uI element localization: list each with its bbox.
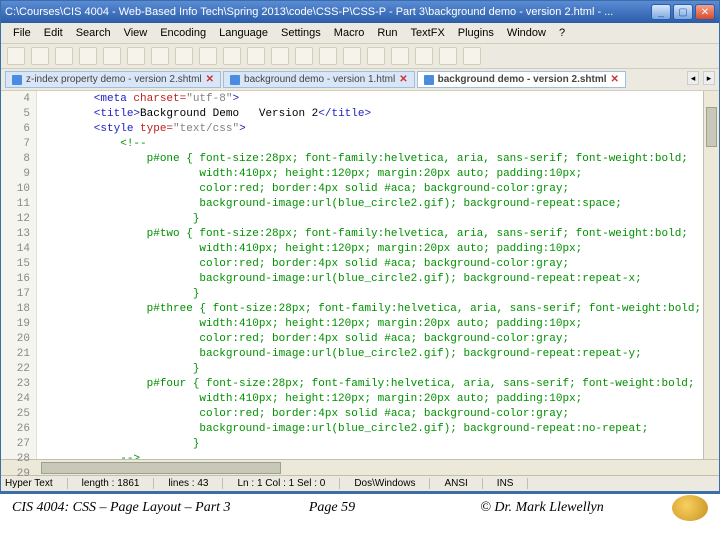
toolbar-button[interactable] <box>271 47 289 65</box>
tab-label: z-index property demo - version 2.shtml <box>26 74 202 85</box>
footer-author: © Dr. Mark Llewellyn <box>412 500 672 516</box>
status-mode: INS <box>497 478 529 489</box>
menu-window[interactable]: Window <box>501 25 552 41</box>
vertical-scrollbar[interactable] <box>703 91 719 459</box>
toolbar <box>1 43 719 69</box>
toolbar-button[interactable] <box>295 47 313 65</box>
file-tab[interactable]: background demo - version 2.shtml ✕ <box>417 71 626 88</box>
file-icon <box>424 75 434 85</box>
slide-footer: CIS 4004: CSS – Page Layout – Part 3 Pag… <box>0 492 720 522</box>
menu-run[interactable]: Run <box>371 25 403 41</box>
toolbar-button[interactable] <box>151 47 169 65</box>
file-tab[interactable]: background demo - version 1.html ✕ <box>223 71 415 88</box>
menu-file[interactable]: File <box>7 25 37 41</box>
menu-search[interactable]: Search <box>70 25 117 41</box>
tab-close-icon[interactable]: ✕ <box>399 74 407 85</box>
tab-scroll-left[interactable]: ◂ <box>687 71 699 85</box>
status-encoding: ANSI <box>444 478 482 489</box>
code-editor[interactable]: 4567891011121314151617181920212223242526… <box>1 91 719 459</box>
menu-view[interactable]: View <box>118 25 154 41</box>
toolbar-button[interactable] <box>103 47 121 65</box>
tab-close-icon[interactable]: ✕ <box>611 74 619 85</box>
minimize-button[interactable]: _ <box>651 4 671 20</box>
titlebar: C:\Courses\CIS 4004 - Web-Based Info Tec… <box>1 1 719 23</box>
toolbar-button[interactable] <box>127 47 145 65</box>
toolbar-button[interactable] <box>247 47 265 65</box>
horizontal-scrollbar[interactable] <box>1 459 719 475</box>
status-lines: lines : 43 <box>168 478 223 489</box>
menu-encoding[interactable]: Encoding <box>154 25 212 41</box>
menu-macro[interactable]: Macro <box>328 25 371 41</box>
maximize-button[interactable]: ▢ <box>673 4 693 20</box>
toolbar-button[interactable] <box>415 47 433 65</box>
toolbar-button[interactable] <box>199 47 217 65</box>
menubar: FileEditSearchViewEncodingLanguageSettin… <box>1 23 719 43</box>
editor-tabs: z-index property demo - version 2.shtml ✕… <box>1 69 719 91</box>
status-position: Ln : 1 Col : 1 Sel : 0 <box>237 478 340 489</box>
tab-close-icon[interactable]: ✕ <box>206 74 214 85</box>
line-number-gutter: 4567891011121314151617181920212223242526… <box>1 91 37 459</box>
window-title-text: C:\Courses\CIS 4004 - Web-Based Info Tec… <box>5 6 651 18</box>
menu-settings[interactable]: Settings <box>275 25 327 41</box>
toolbar-button[interactable] <box>7 47 25 65</box>
code-area[interactable]: <meta charset="utf-8"> <title>Background… <box>37 91 703 459</box>
tab-label: background demo - version 2.shtml <box>438 74 607 85</box>
status-length: length : 1861 <box>82 478 155 489</box>
tab-label: background demo - version 1.html <box>244 74 395 85</box>
toolbar-button[interactable] <box>439 47 457 65</box>
menu-edit[interactable]: Edit <box>38 25 69 41</box>
status-type: Hyper Text <box>5 478 68 489</box>
toolbar-button[interactable] <box>391 47 409 65</box>
file-icon <box>12 75 22 85</box>
statusbar: Hyper Text length : 1861 lines : 43 Ln :… <box>1 475 719 491</box>
footer-page: Page 59 <box>252 500 412 516</box>
toolbar-button[interactable] <box>367 47 385 65</box>
menu-language[interactable]: Language <box>213 25 274 41</box>
tab-scroll-right[interactable]: ▸ <box>703 71 715 85</box>
file-icon <box>230 75 240 85</box>
toolbar-button[interactable] <box>343 47 361 65</box>
toolbar-button[interactable] <box>31 47 49 65</box>
window-buttons: _ ▢ ✕ <box>651 4 715 20</box>
toolbar-button[interactable] <box>55 47 73 65</box>
menu-textfx[interactable]: TextFX <box>405 25 451 41</box>
toolbar-button[interactable] <box>319 47 337 65</box>
toolbar-button[interactable] <box>79 47 97 65</box>
menu-?[interactable]: ? <box>553 25 571 41</box>
toolbar-button[interactable] <box>223 47 241 65</box>
toolbar-button[interactable] <box>175 47 193 65</box>
menu-plugins[interactable]: Plugins <box>452 25 500 41</box>
ucf-logo-icon <box>672 495 708 521</box>
footer-course: CIS 4004: CSS – Page Layout – Part 3 <box>12 500 252 516</box>
status-os: Dos\Windows <box>354 478 430 489</box>
close-button[interactable]: ✕ <box>695 4 715 20</box>
file-tab[interactable]: z-index property demo - version 2.shtml ✕ <box>5 71 221 88</box>
toolbar-button[interactable] <box>463 47 481 65</box>
